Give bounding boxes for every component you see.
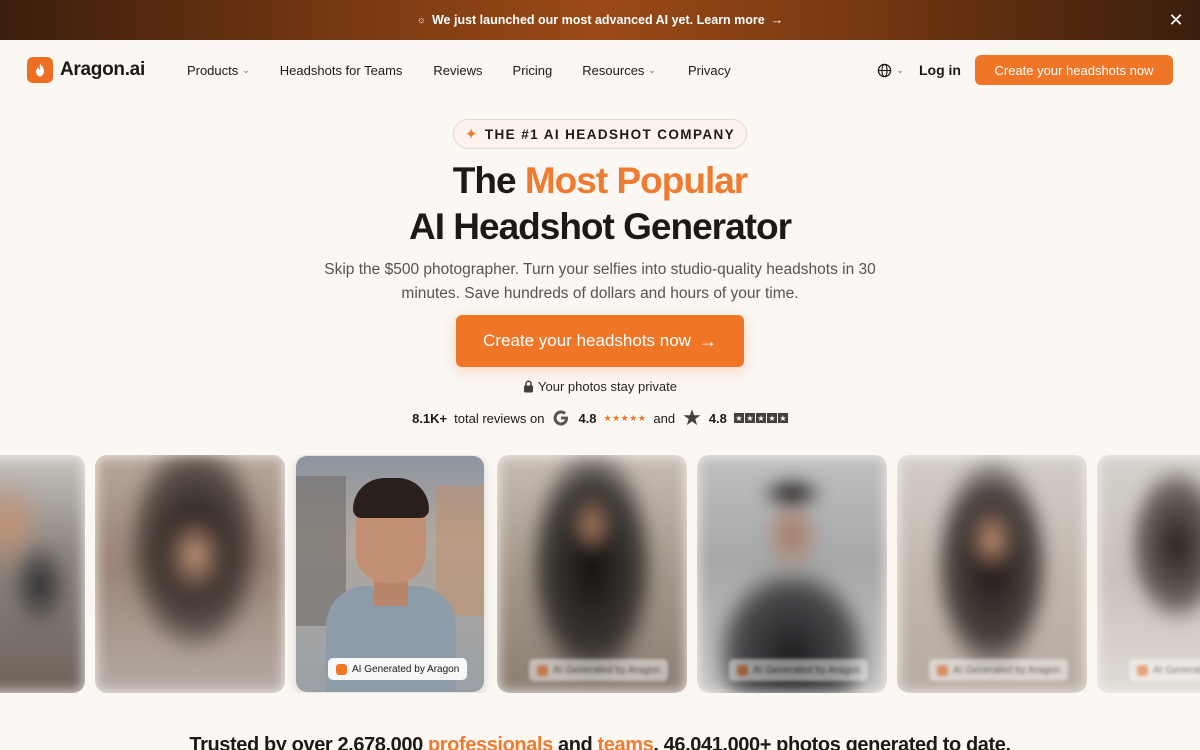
header-actions: ⌄ Log in Create your headshots now (877, 55, 1173, 85)
headshot-card: AI Generated by Aragon (497, 455, 687, 693)
flame-logo-icon (336, 663, 347, 675)
chevron-down-icon: ⌄ (242, 64, 250, 75)
professionals-link[interactable]: professionals (428, 734, 553, 750)
flame-logo-icon (1137, 664, 1148, 676)
ai-generated-badge: AI Generated by Aragon (529, 659, 669, 681)
chevron-down-icon: ⌄ (896, 64, 904, 75)
nav-products[interactable]: Products ⌄ (172, 63, 265, 78)
flame-logo-icon (27, 57, 53, 83)
hero-cta-button[interactable]: Create your headshots now → (456, 315, 744, 367)
hero-badge: ✦ THE #1 AI HEADSHOT COMPANY (453, 119, 747, 149)
trustpilot-rating: 4.8 (708, 410, 727, 426)
nav-label: Privacy (687, 62, 731, 78)
flame-logo-icon (537, 664, 548, 676)
arrow-right-icon: → (770, 13, 784, 27)
nav-headshots-for-teams[interactable]: Headshots for Teams (265, 63, 418, 78)
chevron-down-icon: ⌄ (648, 64, 656, 75)
nav-label: Reviews (433, 62, 483, 78)
ai-generated-label: AI Generated by Aragon (553, 664, 661, 676)
teams-link[interactable]: teams (598, 734, 654, 750)
nav-reviews[interactable]: Reviews (417, 63, 497, 78)
ai-generated-label: AI Generated by Aragon (352, 663, 460, 675)
headline-line2: AI Headshot Generator (409, 206, 792, 247)
trusted-text: Trusted by over 2,678,000 (189, 734, 428, 750)
ai-generated-badge: AI Generated by Aragon (1129, 659, 1200, 681)
trusted-and: and (552, 734, 598, 750)
headshot-card: AI Generated by Aragon (697, 455, 887, 693)
headshot-card-featured: AI Generated by Aragon (295, 455, 485, 693)
close-icon[interactable]: ✕ (1166, 10, 1186, 30)
trusted-photos: . 46,041,000+ photos generated to date. (653, 734, 1011, 750)
nav-label: Resources (582, 62, 645, 78)
nav-privacy[interactable]: Privacy (671, 63, 746, 78)
nav-pricing[interactable]: Pricing (498, 63, 568, 78)
headshot-gallery: AI Generated by Aragon AI Generated by A… (0, 455, 1200, 693)
google-stars: ★★★★★ (603, 412, 647, 423)
announcement-link[interactable]: ☼ We just launched our most advanced AI … (417, 13, 783, 27)
nav-label: Headshots for Teams (279, 62, 403, 78)
globe-icon (878, 63, 892, 77)
sparkle-icon: ✦ (464, 126, 479, 143)
headshot-card: AI Generated by Aragon (1097, 455, 1200, 693)
privacy-note: Your photos stay private (0, 379, 1200, 394)
headshot-card: AI Generated by Aragon (897, 455, 1087, 693)
trustpilot-star-icon[interactable]: ★ (682, 407, 702, 429)
ai-generated-label: AI Generated by Aragon (753, 664, 861, 676)
site-header: Aragon.ai Products ⌄ Headshots for Teams … (0, 40, 1200, 100)
lock-icon (524, 380, 533, 393)
trusted-stats: Trusted by over 2,678,000 professionals … (0, 734, 1200, 750)
sparkle-icon: ☼ (416, 14, 426, 26)
google-icon[interactable] (551, 408, 571, 428)
announcement-text: We just launched our most advanced AI ye… (431, 13, 765, 27)
nav-label: Products (186, 62, 239, 78)
ai-generated-label: AI Generated by Aragon (953, 664, 1061, 676)
headline-accent: Most Popular (524, 160, 748, 201)
language-selector[interactable]: ⌄ (877, 63, 904, 78)
headshot-card (0, 455, 85, 693)
headline-text: The (452, 160, 525, 201)
google-rating: 4.8 (578, 410, 597, 426)
cta-label: Create your headshots now (483, 331, 691, 350)
ai-generated-badge: AI Generated by Aragon (929, 659, 1069, 681)
badge-text: THE #1 AI HEADSHOT COMPANY (484, 126, 736, 142)
ai-generated-label: AI Generated by Aragon (1153, 664, 1200, 676)
reviews-and: and (653, 410, 676, 426)
nav-label: Pricing (512, 62, 553, 78)
login-link[interactable]: Log in (919, 62, 961, 78)
trustpilot-stars: ★ ★ ★ ★ ★ (733, 413, 788, 423)
privacy-note-text: Your photos stay private (538, 379, 677, 394)
flame-logo-icon (737, 664, 748, 676)
main-nav: Products ⌄ Headshots for Teams Reviews Pr… (172, 63, 746, 78)
reviews-summary: 8.1K+ total reviews on 4.8 ★★★★★ and ★ 4… (0, 407, 1200, 429)
review-count: 8.1K+ (412, 410, 448, 426)
logo[interactable]: Aragon.ai (27, 57, 145, 83)
ai-generated-badge: AI Generated by Aragon (729, 659, 869, 681)
hero-headline: The Most Popular AI Headshot Generator (0, 158, 1200, 250)
headshot-card (95, 455, 285, 693)
hero-subtitle: Skip the $500 photographer. Turn your se… (324, 261, 876, 302)
logo-text: Aragon.ai (60, 59, 145, 80)
arrow-right-icon: → (698, 330, 717, 351)
announcement-bar: ☼ We just launched our most advanced AI … (0, 0, 1200, 40)
ai-generated-badge: AI Generated by Aragon (328, 658, 468, 680)
nav-resources[interactable]: Resources ⌄ (567, 63, 671, 78)
review-text: total reviews on (454, 410, 545, 426)
header-cta-button[interactable]: Create your headshots now (975, 55, 1173, 85)
flame-logo-icon (937, 664, 948, 676)
